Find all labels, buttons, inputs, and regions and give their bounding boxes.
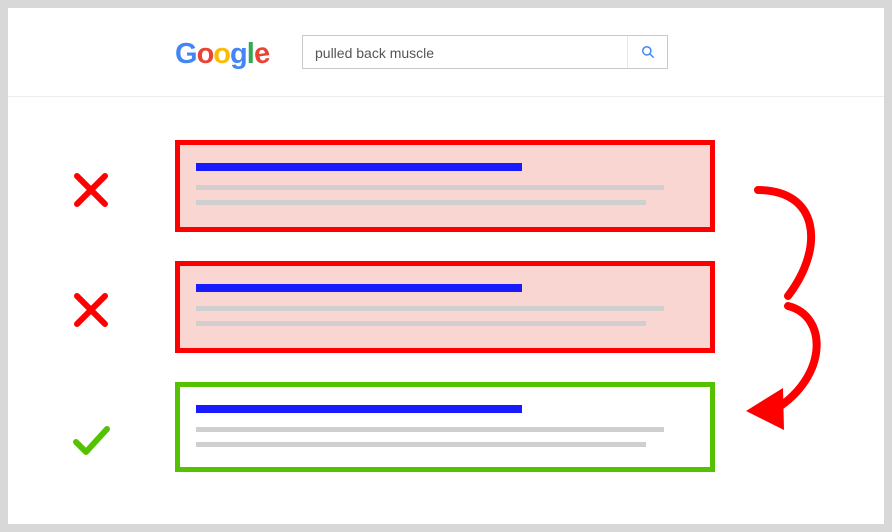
result-snippet-line — [196, 185, 664, 190]
skip-arrows — [728, 186, 838, 446]
search-header: Google — [8, 8, 884, 97]
logo-letter: e — [252, 37, 272, 72]
result-title-placeholder — [196, 284, 522, 292]
result-snippet-line — [196, 427, 664, 432]
accept-mark — [71, 420, 111, 460]
reject-mark — [71, 170, 111, 210]
logo-letter: G — [175, 38, 197, 71]
check-icon — [71, 420, 111, 460]
arrow-icon — [728, 186, 838, 446]
cross-icon — [71, 170, 111, 210]
search-result-accepted[interactable] — [175, 382, 715, 472]
result-snippet-line — [196, 321, 646, 326]
result-title-placeholder — [196, 163, 522, 171]
reject-mark — [71, 290, 111, 330]
search-result-rejected[interactable] — [175, 140, 715, 232]
google-logo: Google — [175, 38, 269, 71]
result-snippet-line — [196, 442, 646, 447]
search-input[interactable] — [313, 36, 627, 70]
result-snippet-line — [196, 200, 646, 205]
page-canvas: Google — [8, 8, 884, 524]
search-box — [302, 35, 668, 69]
logo-letter: g — [230, 38, 247, 71]
cross-icon — [71, 290, 111, 330]
search-icon — [641, 45, 655, 59]
logo-letter: o — [197, 38, 214, 71]
result-title-placeholder — [196, 405, 522, 413]
result-snippet-line — [196, 306, 664, 311]
logo-letter: o — [213, 38, 230, 71]
search-button[interactable] — [627, 36, 667, 68]
search-result-rejected[interactable] — [175, 261, 715, 353]
